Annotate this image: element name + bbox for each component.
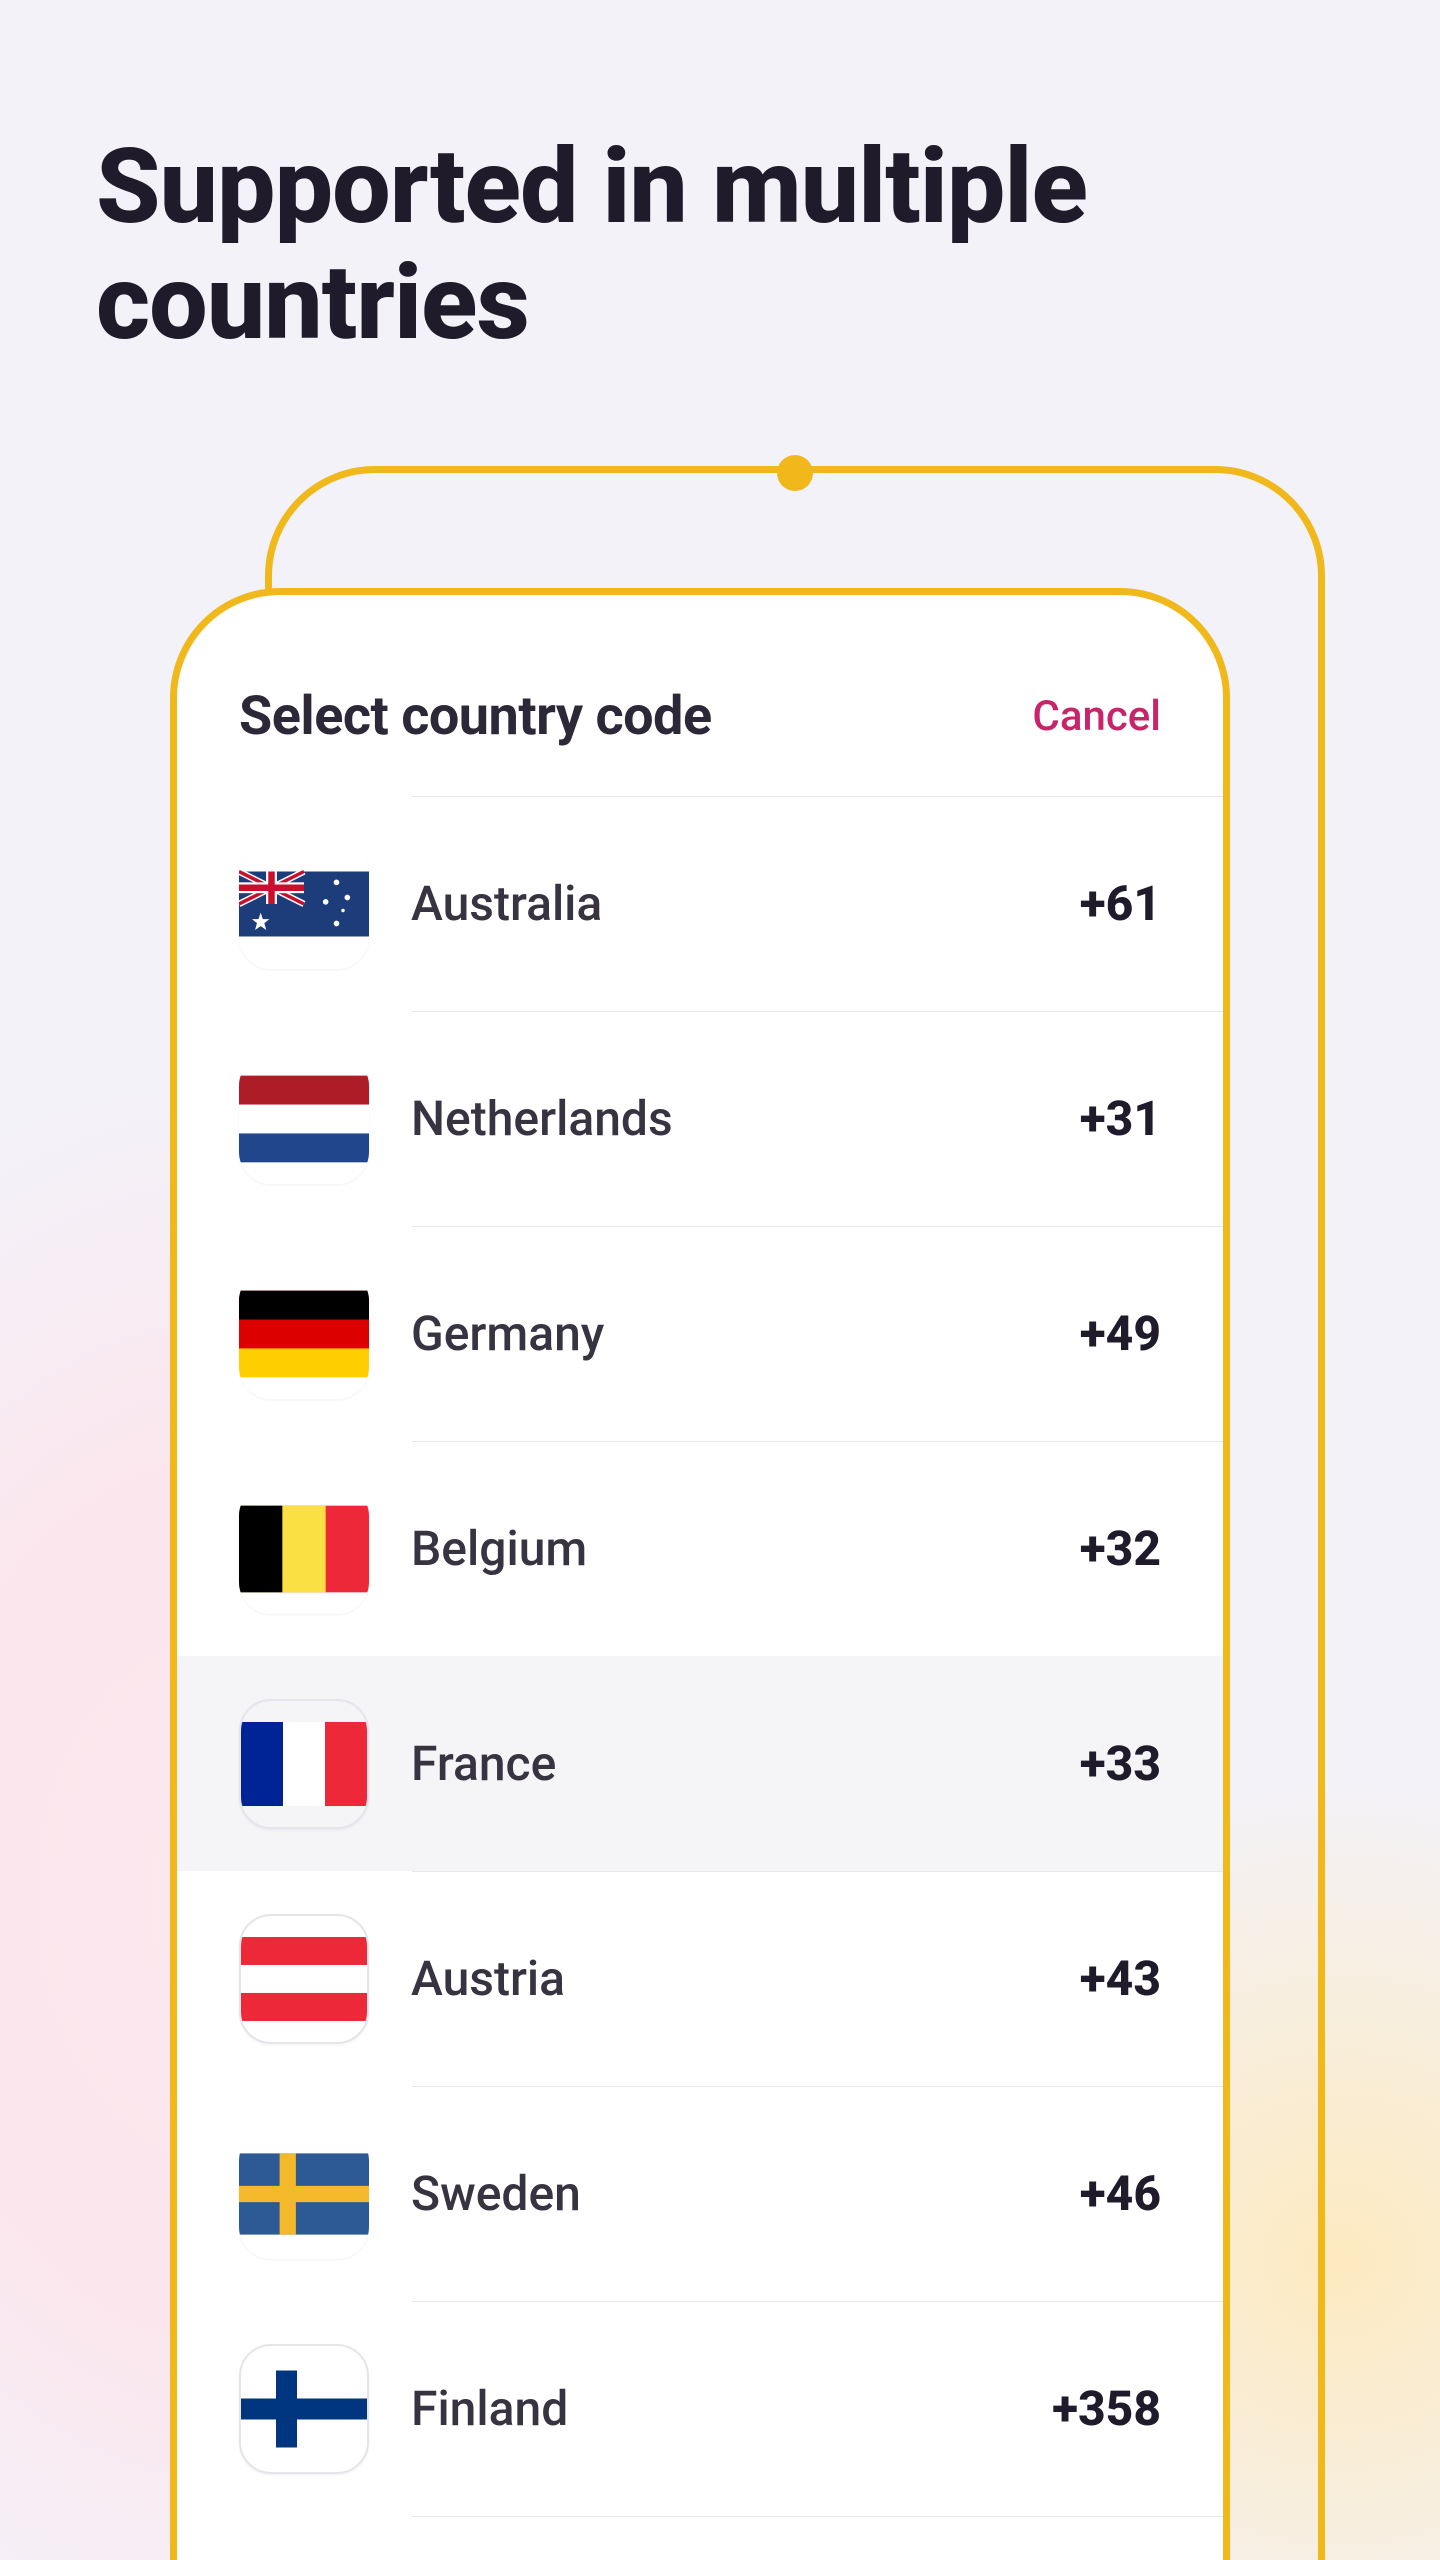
row-divider xyxy=(412,1441,1223,1442)
country-code-sheet: Select country code Cancel Australia+61N… xyxy=(177,595,1223,2560)
phone-outline-front: Select country code Cancel Australia+61N… xyxy=(170,588,1230,2560)
country-code-label: +43 xyxy=(1080,1950,1161,2007)
country-code-label: +49 xyxy=(1080,1305,1161,1362)
row-divider xyxy=(412,796,1223,797)
cancel-button[interactable]: Cancel xyxy=(1032,692,1161,741)
row-divider xyxy=(412,1011,1223,1012)
nl-flag-icon xyxy=(239,1054,369,1184)
country-row-fi[interactable]: Finland+358 xyxy=(177,2301,1223,2516)
se-flag-icon xyxy=(239,2129,369,2259)
country-row-dk[interactable]: Denmark+45 xyxy=(177,2516,1223,2560)
de-flag-icon xyxy=(239,1269,369,1399)
country-row-nl[interactable]: Netherlands+31 xyxy=(177,1011,1223,1226)
country-name-label: France xyxy=(411,1735,1080,1792)
row-divider xyxy=(412,2086,1223,2087)
country-name-label: Belgium xyxy=(411,1520,1080,1577)
country-row-au[interactable]: Australia+61 xyxy=(177,796,1223,1011)
country-row-se[interactable]: Sweden+46 xyxy=(177,2086,1223,2301)
country-list: Australia+61Netherlands+31Germany+49Belg… xyxy=(177,796,1223,2560)
row-divider xyxy=(412,2301,1223,2302)
fr-flag-icon xyxy=(239,1699,369,1829)
country-code-label: +61 xyxy=(1080,875,1161,932)
row-divider xyxy=(412,1226,1223,1227)
au-flag-icon xyxy=(239,839,369,969)
country-code-label: +31 xyxy=(1080,1090,1161,1147)
country-name-label: Australia xyxy=(411,875,1080,932)
country-code-label: +33 xyxy=(1080,1735,1161,1792)
sheet-header: Select country code Cancel xyxy=(177,685,1223,796)
be-flag-icon xyxy=(239,1484,369,1614)
row-divider xyxy=(412,2516,1223,2517)
country-code-label: +358 xyxy=(1052,2380,1161,2437)
country-name-label: Netherlands xyxy=(411,1090,1080,1147)
country-name-label: Finland xyxy=(411,2380,1052,2437)
at-flag-icon xyxy=(239,1914,369,2044)
country-code-label: +32 xyxy=(1080,1520,1161,1577)
country-name-label: Germany xyxy=(411,1305,1080,1362)
country-name-label: Austria xyxy=(411,1950,1080,2007)
country-code-label: +46 xyxy=(1080,2165,1161,2222)
country-name-label: Sweden xyxy=(411,2165,1080,2222)
country-row-be[interactable]: Belgium+32 xyxy=(177,1441,1223,1656)
country-row-fr[interactable]: France+33 xyxy=(177,1656,1223,1871)
sheet-title: Select country code xyxy=(239,685,712,748)
country-row-at[interactable]: Austria+43 xyxy=(177,1871,1223,2086)
fi-flag-icon xyxy=(239,2344,369,2474)
phone-back-dot xyxy=(777,455,813,491)
page-heading: Supported in multiple countries xyxy=(96,130,1440,363)
row-divider xyxy=(412,1871,1223,1872)
country-row-de[interactable]: Germany+49 xyxy=(177,1226,1223,1441)
